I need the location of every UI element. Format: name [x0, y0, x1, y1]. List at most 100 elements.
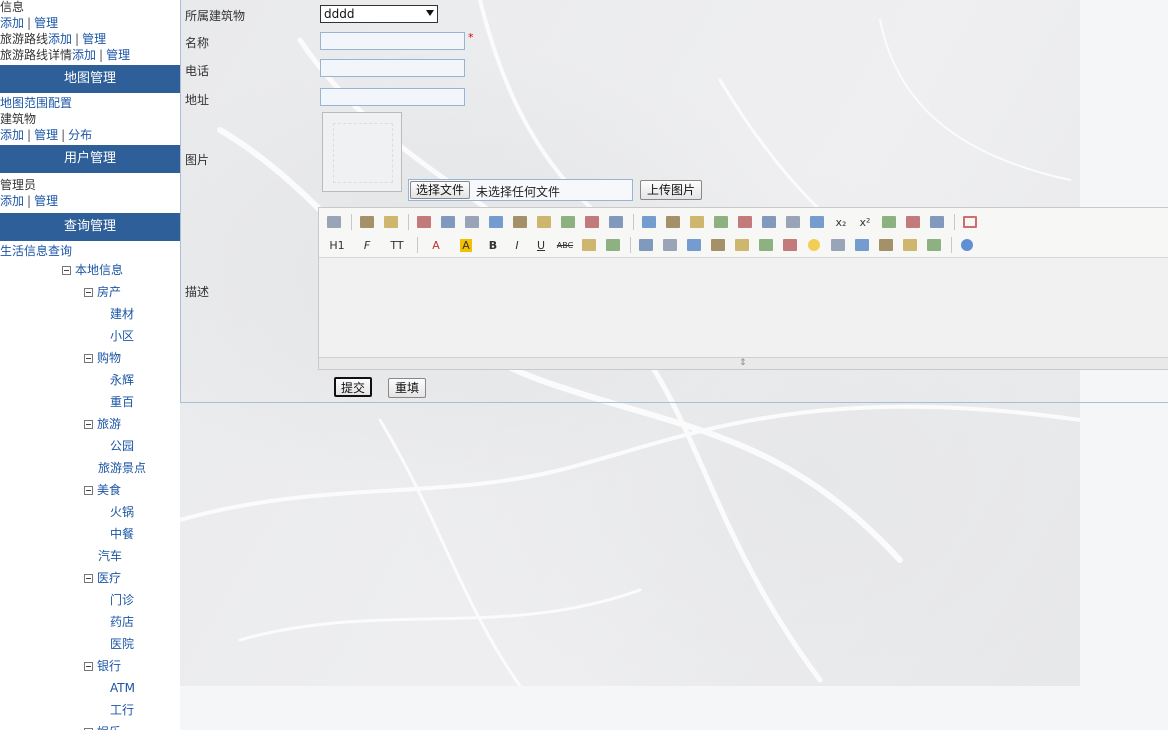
- admin-add-link[interactable]: 添加: [0, 194, 24, 208]
- info-add-link[interactable]: 添加: [0, 16, 24, 30]
- route-detail-add-link[interactable]: 添加: [72, 48, 96, 62]
- address-input[interactable]: [320, 88, 465, 106]
- heading-button[interactable]: H1: [323, 235, 351, 255]
- reset-button[interactable]: 重填: [388, 378, 426, 398]
- tree-item[interactable]: 医疗: [0, 567, 180, 589]
- help-button[interactable]: [956, 235, 978, 255]
- superscript-button[interactable]: x²: [854, 212, 876, 232]
- paste-word-button[interactable]: [605, 212, 627, 232]
- tree-item[interactable]: 重百: [0, 391, 180, 413]
- table-button[interactable]: [755, 235, 777, 255]
- print-button[interactable]: [437, 212, 459, 232]
- outdent-button[interactable]: [806, 212, 828, 232]
- building-manage-link[interactable]: 管理: [34, 128, 58, 142]
- redo-button[interactable]: [380, 212, 402, 232]
- unlink-button[interactable]: [923, 235, 945, 255]
- flash-button[interactable]: [683, 235, 705, 255]
- subscript-button[interactable]: x₂: [830, 212, 852, 232]
- collapse-icon[interactable]: [84, 354, 93, 363]
- image-button[interactable]: [635, 235, 657, 255]
- collapse-icon[interactable]: [84, 662, 93, 671]
- italic-button[interactable]: I: [506, 235, 528, 255]
- tree-item[interactable]: 汽车: [0, 545, 180, 567]
- copy-button[interactable]: [533, 212, 555, 232]
- highlight-button[interactable]: A: [452, 235, 480, 255]
- strikethrough-button[interactable]: ABC: [554, 235, 576, 255]
- map-management-header[interactable]: 地图管理: [0, 65, 180, 93]
- link-button[interactable]: [899, 235, 921, 255]
- template-button[interactable]: [461, 212, 483, 232]
- paste-button[interactable]: [557, 212, 579, 232]
- tree-item[interactable]: 娱乐: [0, 721, 180, 730]
- anchor-button[interactable]: [875, 235, 897, 255]
- building-add-link[interactable]: 添加: [0, 128, 24, 142]
- route-detail-manage-link[interactable]: 管理: [106, 48, 130, 62]
- cut-button[interactable]: [509, 212, 531, 232]
- tree-item[interactable]: 旅游: [0, 413, 180, 435]
- tree-item[interactable]: 永辉: [0, 369, 180, 391]
- undo-button[interactable]: [356, 212, 378, 232]
- tree-item[interactable]: 美食: [0, 479, 180, 501]
- font-family-button[interactable]: F: [353, 235, 381, 255]
- route-manage-link[interactable]: 管理: [82, 32, 106, 46]
- tree-item[interactable]: 购物: [0, 347, 180, 369]
- font-size-button[interactable]: TT: [383, 235, 411, 255]
- align-center-button[interactable]: [662, 212, 684, 232]
- bold-button[interactable]: B: [482, 235, 504, 255]
- editor-content-area[interactable]: [319, 258, 1168, 358]
- tree-item[interactable]: ATM: [0, 677, 180, 699]
- tree-item[interactable]: 建材: [0, 303, 180, 325]
- tree-item[interactable]: 医院: [0, 633, 180, 655]
- source-button[interactable]: [323, 212, 345, 232]
- admin-manage-link[interactable]: 管理: [34, 194, 58, 208]
- life-query-link[interactable]: 生活信息查询: [0, 244, 72, 258]
- collapse-icon[interactable]: [84, 574, 93, 583]
- align-right-button[interactable]: [686, 212, 708, 232]
- attachment-button[interactable]: [731, 235, 753, 255]
- pointer-button[interactable]: [926, 212, 948, 232]
- query-management-header[interactable]: 查询管理: [0, 213, 180, 241]
- collapse-icon[interactable]: [84, 288, 93, 297]
- fullscreen-button[interactable]: [959, 212, 981, 232]
- line-height-button[interactable]: [578, 235, 600, 255]
- clear-format-button[interactable]: [878, 212, 900, 232]
- building-distribution-link[interactable]: 分布: [68, 128, 92, 142]
- hr-button[interactable]: [779, 235, 801, 255]
- tree-item[interactable]: 公园: [0, 435, 180, 457]
- building-select[interactable]: dddd: [320, 5, 438, 23]
- underline-button[interactable]: U: [530, 235, 552, 255]
- tree-item[interactable]: 房产: [0, 281, 180, 303]
- route-add-link[interactable]: 添加: [48, 32, 72, 46]
- map-button[interactable]: [827, 235, 849, 255]
- tree-item[interactable]: 工行: [0, 699, 180, 721]
- tree-item[interactable]: 中餐: [0, 523, 180, 545]
- eraser-button[interactable]: [602, 235, 624, 255]
- unordered-list-button[interactable]: [758, 212, 780, 232]
- preview-button[interactable]: [413, 212, 435, 232]
- submit-button[interactable]: 提交: [334, 377, 372, 397]
- paste-text-button[interactable]: [581, 212, 603, 232]
- code-button[interactable]: [485, 212, 507, 232]
- emoticon-button[interactable]: [803, 235, 825, 255]
- info-manage-link[interactable]: 管理: [34, 16, 58, 30]
- align-left-button[interactable]: [638, 212, 660, 232]
- media-button[interactable]: [707, 235, 729, 255]
- collapse-icon[interactable]: [84, 420, 93, 429]
- name-input[interactable]: [320, 32, 465, 50]
- ordered-list-button[interactable]: [734, 212, 756, 232]
- font-color-button[interactable]: A: [422, 235, 450, 255]
- tree-item[interactable]: 火锅: [0, 501, 180, 523]
- tree-item[interactable]: 银行: [0, 655, 180, 677]
- tree-item[interactable]: 小区: [0, 325, 180, 347]
- choose-file-button[interactable]: 选择文件: [410, 181, 470, 199]
- upload-image-button[interactable]: 上传图片: [640, 180, 702, 200]
- collapse-icon[interactable]: [62, 266, 71, 275]
- justify-button[interactable]: [710, 212, 732, 232]
- pagebreak-button[interactable]: [851, 235, 873, 255]
- user-management-header[interactable]: 用户管理: [0, 145, 180, 173]
- tree-item[interactable]: 药店: [0, 611, 180, 633]
- collapse-icon[interactable]: [84, 486, 93, 495]
- resize-grip-icon[interactable]: ⇕: [739, 359, 751, 368]
- tree-item[interactable]: 门诊: [0, 589, 180, 611]
- map-range-link[interactable]: 地图范围配置: [0, 96, 72, 110]
